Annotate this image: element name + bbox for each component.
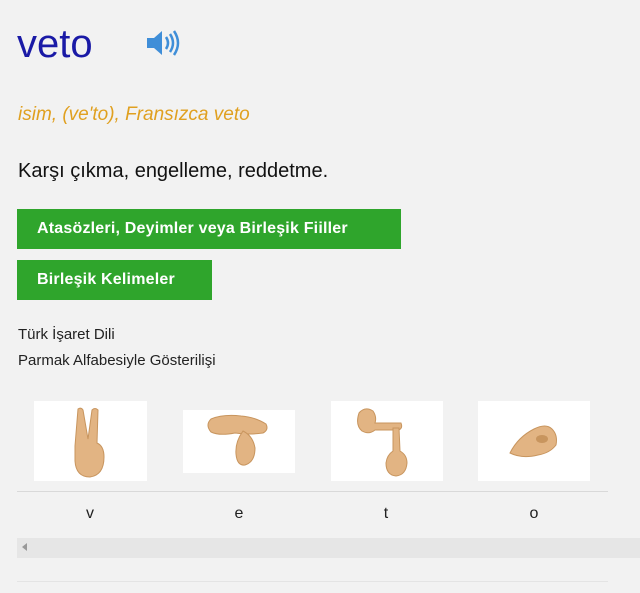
letter-label: v (86, 505, 94, 522)
entry-word: veto (17, 22, 93, 66)
horizontal-scrollbar[interactable] (17, 538, 640, 558)
letters-divider (17, 491, 608, 492)
idioms-button[interactable]: Atasözleri, Deyimler veya Birleşik Fiill… (17, 209, 401, 249)
letter-label: o (529, 505, 539, 522)
sign-o-image (478, 401, 590, 481)
compound-words-button[interactable]: Birleşik Kelimeler (17, 260, 212, 300)
sign-v-image (34, 401, 147, 481)
sign-t-image (331, 401, 443, 481)
sign-e-image (183, 410, 295, 473)
scroll-left-arrow-icon[interactable] (22, 543, 27, 551)
speaker-icon[interactable] (146, 30, 182, 56)
finger-alphabet-subtitle: Parmak Alfabesiyle Gösterilişi (18, 352, 216, 369)
sign-language-title: Türk İşaret Dili (18, 326, 115, 343)
letter-label: e (234, 505, 244, 522)
bottom-divider (17, 581, 608, 582)
part-of-speech-line: isim, (ve'to), Fransızca veto (18, 104, 250, 125)
definition-text: Karşı çıkma, engelleme, reddetme. (18, 160, 329, 182)
letter-label: t (383, 505, 389, 522)
